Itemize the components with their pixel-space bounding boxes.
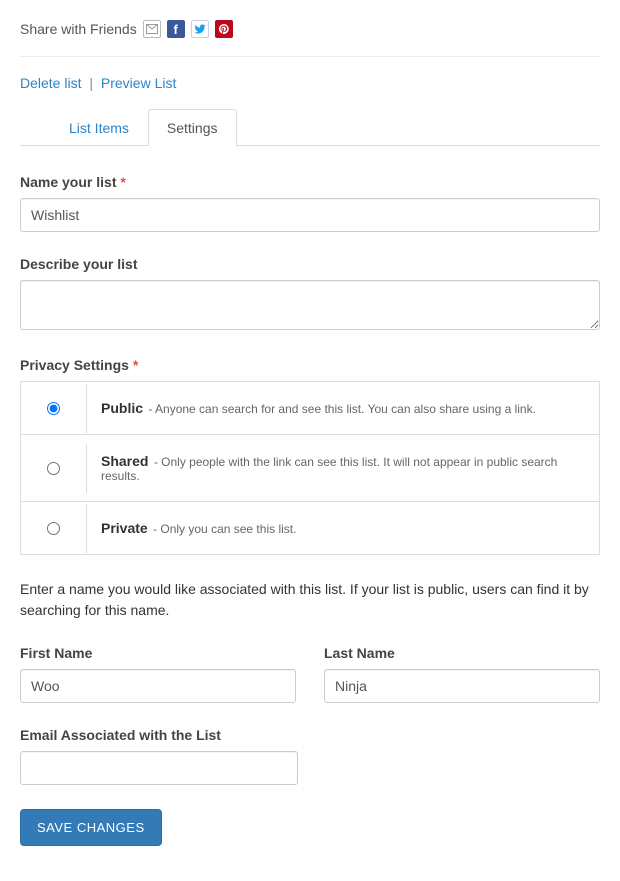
privacy-desc: - Anyone can search for and see this lis…: [148, 402, 536, 416]
tabs: List Items Settings: [20, 109, 600, 146]
required-asterisk: *: [133, 357, 138, 373]
privacy-radio-cell: [21, 384, 87, 433]
tab-settings[interactable]: Settings: [148, 109, 237, 146]
help-text: Enter a name you would like associated w…: [20, 579, 600, 621]
describe-label: Describe your list: [20, 256, 600, 272]
save-button[interactable]: SAVE CHANGES: [20, 809, 162, 846]
privacy-label-text: Privacy Settings: [20, 357, 129, 373]
privacy-label: Privacy Settings *: [20, 357, 600, 373]
privacy-label-cell[interactable]: Public - Anyone can search for and see t…: [87, 382, 599, 434]
pinterest-icon[interactable]: [215, 20, 233, 38]
email-icon[interactable]: [143, 20, 161, 38]
email-group: Email Associated with the List: [20, 727, 600, 785]
name-group: Name your list *: [20, 174, 600, 232]
name-row: First Name Last Name: [20, 645, 600, 703]
list-describe-input[interactable]: [20, 280, 600, 330]
privacy-desc: - Only people with the link can see this…: [101, 455, 557, 483]
privacy-radio-shared[interactable]: [47, 462, 60, 475]
first-name-group: First Name: [20, 645, 296, 703]
privacy-name: Shared: [101, 453, 148, 469]
name-label: Name your list *: [20, 174, 600, 190]
last-name-label: Last Name: [324, 645, 600, 661]
privacy-row-public: Public - Anyone can search for and see t…: [21, 382, 599, 434]
preview-list-link[interactable]: Preview List: [101, 75, 176, 91]
required-asterisk: *: [120, 174, 125, 190]
email-label: Email Associated with the List: [20, 727, 600, 743]
email-input[interactable]: [20, 751, 298, 785]
first-name-input[interactable]: [20, 669, 296, 703]
privacy-label-cell[interactable]: Shared - Only people with the link can s…: [87, 435, 599, 501]
twitter-icon[interactable]: [191, 20, 209, 38]
first-name-label: First Name: [20, 645, 296, 661]
share-label: Share with Friends: [20, 21, 137, 37]
privacy-radio-cell: [21, 504, 87, 553]
privacy-radio-public[interactable]: [47, 402, 60, 415]
last-name-input[interactable]: [324, 669, 600, 703]
privacy-label-cell[interactable]: Private - Only you can see this list.: [87, 502, 599, 554]
facebook-icon[interactable]: f: [167, 20, 185, 38]
privacy-desc: - Only you can see this list.: [153, 522, 296, 536]
divider: |: [89, 75, 93, 91]
privacy-radio-cell: [21, 444, 87, 493]
privacy-radio-private[interactable]: [47, 522, 60, 535]
describe-group: Describe your list: [20, 256, 600, 333]
share-row: Share with Friends f: [20, 20, 600, 57]
privacy-name: Private: [101, 520, 148, 536]
name-label-text: Name your list: [20, 174, 116, 190]
list-name-input[interactable]: [20, 198, 600, 232]
privacy-row-private: Private - Only you can see this list.: [21, 501, 599, 554]
tab-list-items[interactable]: List Items: [50, 109, 148, 146]
privacy-name: Public: [101, 400, 143, 416]
privacy-row-shared: Shared - Only people with the link can s…: [21, 434, 599, 501]
delete-list-link[interactable]: Delete list: [20, 75, 81, 91]
privacy-table: Public - Anyone can search for and see t…: [20, 381, 600, 555]
privacy-group: Privacy Settings * Public - Anyone can s…: [20, 357, 600, 555]
last-name-group: Last Name: [324, 645, 600, 703]
list-actions: Delete list | Preview List: [20, 57, 600, 109]
